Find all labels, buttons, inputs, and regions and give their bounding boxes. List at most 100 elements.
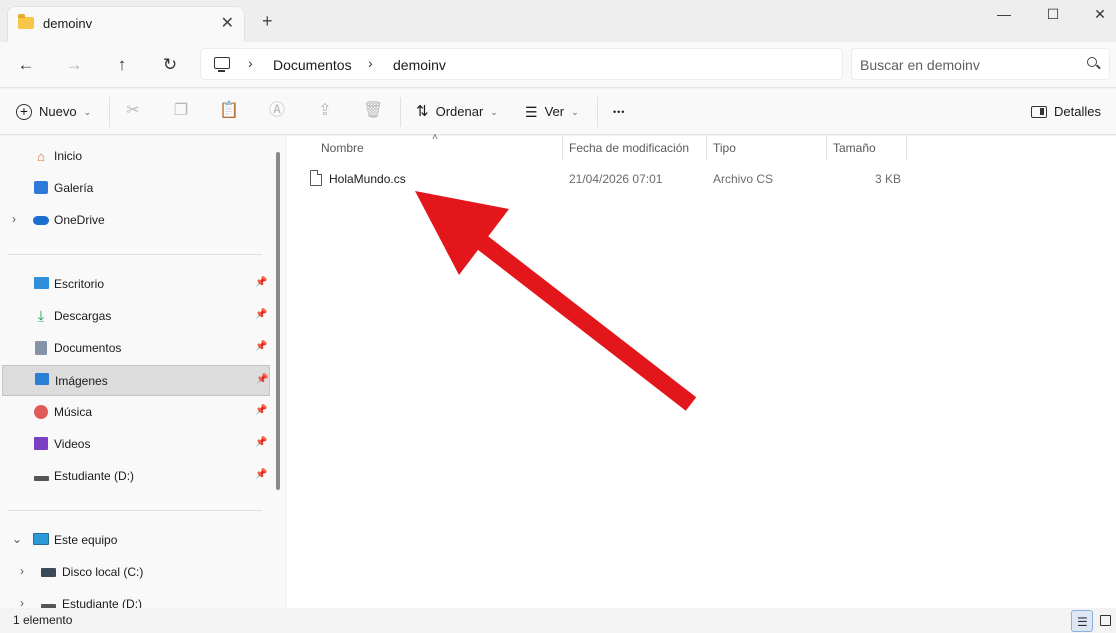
file-type: Archivo CS	[713, 172, 774, 186]
sidebar-item-inicio[interactable]: ⌂ Inicio	[2, 141, 270, 172]
sidebar-item-label: Inicio	[54, 149, 83, 163]
sidebar-item-onedrive[interactable]: › OneDrive	[2, 205, 270, 236]
paste-icon[interactable]: 📋	[219, 101, 239, 121]
desktop-icon	[33, 276, 49, 293]
back-arrow-icon[interactable]: ←	[14, 53, 38, 77]
new-label: Nuevo	[39, 104, 77, 119]
details-button[interactable]: Detalles	[1031, 99, 1101, 125]
sidebar-divider	[8, 510, 262, 511]
sidebar-item-estudiante-d[interactable]: Estudiante (D:) 📌	[2, 461, 270, 492]
breadcrumb-demoinv[interactable]: demoinv	[393, 57, 446, 73]
more-options-icon[interactable]: •••	[613, 99, 625, 125]
close-window-button[interactable]: ✕	[1090, 4, 1110, 24]
search-input[interactable]	[860, 55, 1070, 75]
cut-icon[interactable]: ✂	[123, 101, 143, 121]
refresh-icon[interactable]: ↻	[158, 53, 182, 77]
navigation-bar: ← → ↑ ↻ › Documentos › demoinv	[0, 42, 1116, 88]
file-name: HolaMundo.cs	[329, 172, 406, 186]
share-icon[interactable]: ⇪	[315, 101, 335, 121]
sidebar-item-label: Galería	[54, 181, 94, 195]
details-label: Detalles	[1054, 104, 1101, 119]
home-icon: ⌂	[37, 148, 45, 164]
view-label: Ver	[544, 104, 565, 119]
music-icon	[33, 404, 49, 421]
pin-icon[interactable]: 📌	[255, 405, 267, 416]
breadcrumb-documentos[interactable]: Documentos	[273, 57, 352, 73]
document-icon	[33, 340, 49, 357]
tab-demoinv[interactable]: demoinv ✕	[7, 6, 245, 42]
sidebar-item-escritorio[interactable]: Escritorio 📌	[2, 269, 270, 300]
chevron-down-icon[interactable]: ⌄	[12, 532, 22, 546]
minimize-button[interactable]: —	[994, 4, 1014, 24]
details-view-button[interactable]: ☰	[1071, 610, 1093, 632]
chevron-right-icon[interactable]: ›	[12, 212, 16, 226]
sidebar-item-label: Estudiante (D:)	[54, 469, 135, 483]
folder-icon	[18, 14, 34, 29]
chevron-right-icon[interactable]: ›	[20, 564, 24, 578]
sidebar-item-este-equipo[interactable]: ⌄ Este equipo	[2, 525, 270, 556]
delete-icon[interactable]: 🗑	[363, 101, 383, 121]
column-divider[interactable]	[906, 136, 907, 160]
view-list-icon: ☰	[525, 104, 538, 120]
tiles-view-button[interactable]	[1095, 610, 1116, 632]
pin-icon[interactable]: 📌	[255, 341, 267, 352]
pin-icon[interactable]: 📌	[255, 469, 267, 480]
pin-icon[interactable]: 📌	[256, 374, 268, 385]
drive-icon	[40, 597, 56, 608]
computer-icon	[33, 532, 49, 549]
details-view-icon: ☰	[1077, 615, 1088, 629]
sort-button[interactable]: ⇅ Ordenar ⌄	[416, 99, 498, 125]
file-icon	[310, 170, 322, 186]
pin-icon[interactable]: 📌	[255, 437, 267, 448]
sidebar-item-label: Música	[54, 405, 93, 419]
maximize-button[interactable]: ☐	[1043, 4, 1063, 24]
download-icon: ⤓	[37, 307, 45, 325]
column-divider[interactable]	[706, 136, 707, 160]
breadcrumb-separator-icon: ›	[368, 55, 373, 71]
column-header-date[interactable]: Fecha de modificación	[569, 136, 689, 160]
rename-icon[interactable]: Ⓐ	[267, 101, 287, 121]
new-tab-button[interactable]: +	[262, 12, 273, 30]
copy-icon[interactable]: ❐	[171, 101, 191, 121]
file-list-pane: ˄ Nombre Fecha de modificación Tipo Tama…	[287, 132, 1116, 608]
view-button[interactable]: ☰ Ver ⌄	[525, 99, 579, 125]
column-divider[interactable]	[562, 136, 563, 160]
pin-icon[interactable]: 📌	[255, 309, 267, 320]
address-bar[interactable]: › Documentos › demoinv	[200, 48, 843, 80]
sidebar-item-label: Documentos	[54, 341, 122, 355]
sidebar-item-documentos[interactable]: Documentos 📌	[2, 333, 270, 364]
sidebar-item-disco-local-c[interactable]: › Disco local (C:)	[2, 557, 270, 588]
forward-arrow-icon[interactable]: →	[62, 53, 86, 77]
sidebar-item-galeria[interactable]: Galería	[2, 173, 270, 204]
drive-icon	[33, 469, 49, 485]
sidebar-scrollbar[interactable]	[276, 152, 280, 490]
chevron-right-icon[interactable]: ›	[20, 596, 24, 608]
status-item-count: 1 elemento	[13, 613, 73, 627]
search-icon[interactable]	[1087, 57, 1097, 67]
video-icon	[33, 436, 49, 453]
sidebar-item-estudiante-d-pc[interactable]: › Estudiante (D:)	[2, 589, 270, 608]
column-header-name[interactable]: Nombre	[321, 136, 364, 160]
column-header-type[interactable]: Tipo	[713, 136, 736, 160]
new-button[interactable]: + Nuevo ⌄	[16, 99, 91, 125]
search-box[interactable]	[851, 48, 1110, 80]
up-arrow-icon[interactable]: ↑	[110, 53, 134, 77]
pictures-icon	[34, 372, 50, 389]
sort-label: Ordenar	[435, 104, 484, 119]
details-pane-icon	[1031, 106, 1047, 118]
file-size: 3 KB	[875, 172, 902, 186]
pin-icon[interactable]: 📌	[255, 277, 267, 288]
sidebar-item-musica[interactable]: Música 📌	[2, 397, 270, 428]
sidebar-item-videos[interactable]: Videos 📌	[2, 429, 270, 460]
title-bar: demoinv ✕ + — ☐ ✕	[0, 0, 1116, 42]
chevron-down-icon: ⌄	[83, 107, 92, 117]
column-divider[interactable]	[826, 136, 827, 160]
sidebar-divider	[8, 254, 262, 255]
chevron-down-icon: ⌄	[490, 107, 498, 117]
close-tab-icon[interactable]: ✕	[221, 13, 234, 33]
column-header-size[interactable]: Tamaño	[833, 136, 876, 160]
sidebar-item-descargas[interactable]: ⤓ Descargas 📌	[2, 301, 270, 332]
gallery-icon	[33, 180, 49, 197]
sidebar-item-imagenes[interactable]: Imágenes 📌	[2, 365, 270, 396]
file-row[interactable]: HolaMundo.cs 21/04/2026 07:01 Archivo CS…	[295, 166, 907, 192]
